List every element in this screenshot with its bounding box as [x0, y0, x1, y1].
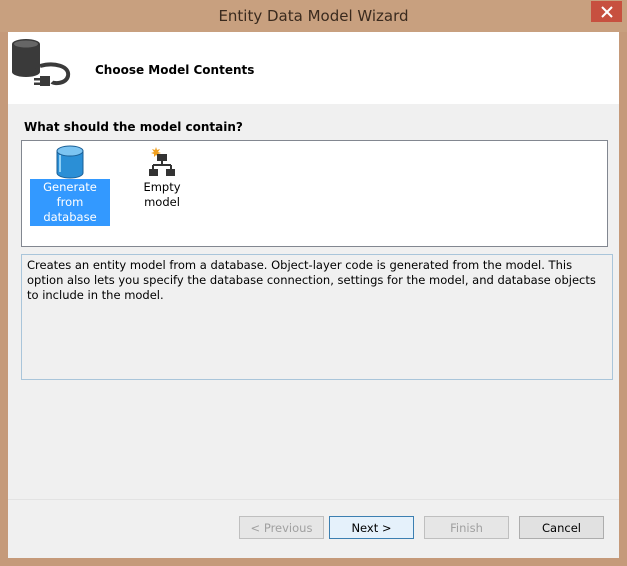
option-description: Creates an entity model from a database.…: [21, 254, 613, 380]
option-generate-from-database[interactable]: Generate from database: [30, 145, 110, 226]
header-banner: Choose Model Contents: [8, 32, 619, 104]
option-label: Generate from database: [30, 179, 110, 226]
option-empty-model[interactable]: Empty model: [122, 145, 202, 211]
finish-button[interactable]: Finish: [424, 516, 509, 539]
cancel-button[interactable]: Cancel: [519, 516, 604, 539]
previous-button[interactable]: < Previous: [239, 516, 324, 539]
close-icon: [600, 5, 613, 18]
model-contents-list[interactable]: Generate from database Empty model: [21, 140, 608, 247]
wizard-body: Choose Model Contents What should the mo…: [8, 32, 619, 558]
page-title: Choose Model Contents: [95, 63, 255, 77]
close-button[interactable]: [591, 1, 622, 22]
option-label: Empty model: [143, 180, 181, 209]
window-title: Entity Data Model Wizard: [218, 7, 409, 25]
title-bar: Entity Data Model Wizard: [0, 0, 627, 32]
next-button[interactable]: Next >: [329, 516, 414, 539]
database-plug-icon: [12, 39, 71, 86]
database-icon: [56, 145, 84, 179]
empty-model-icon: [149, 147, 175, 176]
section-label: What should the model contain?: [24, 120, 243, 134]
footer-divider: [8, 499, 619, 500]
